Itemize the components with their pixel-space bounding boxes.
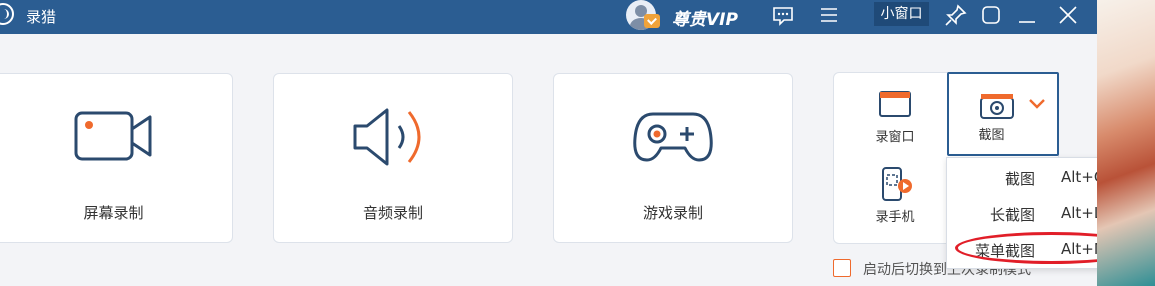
record-phone-tool[interactable]: 录手机 [840, 166, 950, 225]
title-bar: 录猎 尊贵VIP 小窗口 [0, 0, 1097, 34]
desktop-wallpaper [1097, 0, 1155, 286]
minimize-icon[interactable] [1014, 2, 1040, 28]
audio-record-label: 音频录制 [362, 204, 423, 222]
gamepad-icon [633, 108, 713, 168]
chevron-down-icon[interactable] [1027, 96, 1047, 115]
record-window-tool[interactable]: 录窗口 [840, 90, 950, 145]
pin-icon[interactable] [943, 2, 969, 28]
restore-icon[interactable] [978, 2, 1004, 28]
menu-item-name: 长截图 [989, 206, 1035, 224]
app-title: 录猎 [26, 8, 57, 26]
vip-label[interactable]: 尊贵VIP [672, 5, 738, 30]
phone-record-icon [882, 167, 912, 201]
screenshot-tool[interactable]: 截图 [947, 72, 1059, 156]
menu-icon[interactable] [816, 2, 842, 28]
screenshot-label: 截图 [978, 128, 1005, 143]
record-window-label: 录窗口 [875, 130, 915, 145]
window-icon [879, 91, 911, 117]
audio-record-card[interactable]: 音频录制 [273, 73, 513, 243]
restore-mode-checkbox[interactable] [833, 259, 851, 277]
record-phone-label: 录手机 [875, 210, 915, 225]
menu-item-name: 截图 [1004, 170, 1035, 188]
message-icon[interactable] [770, 2, 796, 28]
close-icon[interactable] [1055, 2, 1081, 28]
game-record-label: 游戏录制 [642, 204, 703, 222]
app-window: 录猎 尊贵VIP 小窗口 屏幕录制 音频录制 游戏录制 录窗口 截图 录手机 启… [0, 0, 1097, 286]
game-record-card[interactable]: 游戏录制 [553, 73, 793, 243]
screen-record-card[interactable]: 屏幕录制 [0, 73, 233, 243]
app-logo-icon [0, 3, 14, 25]
vip-badge-icon [644, 14, 660, 28]
speaker-icon [351, 104, 435, 174]
screen-record-label: 屏幕录制 [83, 204, 144, 222]
camera-icon [980, 94, 1014, 119]
video-camera-icon [74, 109, 154, 169]
mini-window-button[interactable]: 小窗口 [874, 2, 929, 26]
